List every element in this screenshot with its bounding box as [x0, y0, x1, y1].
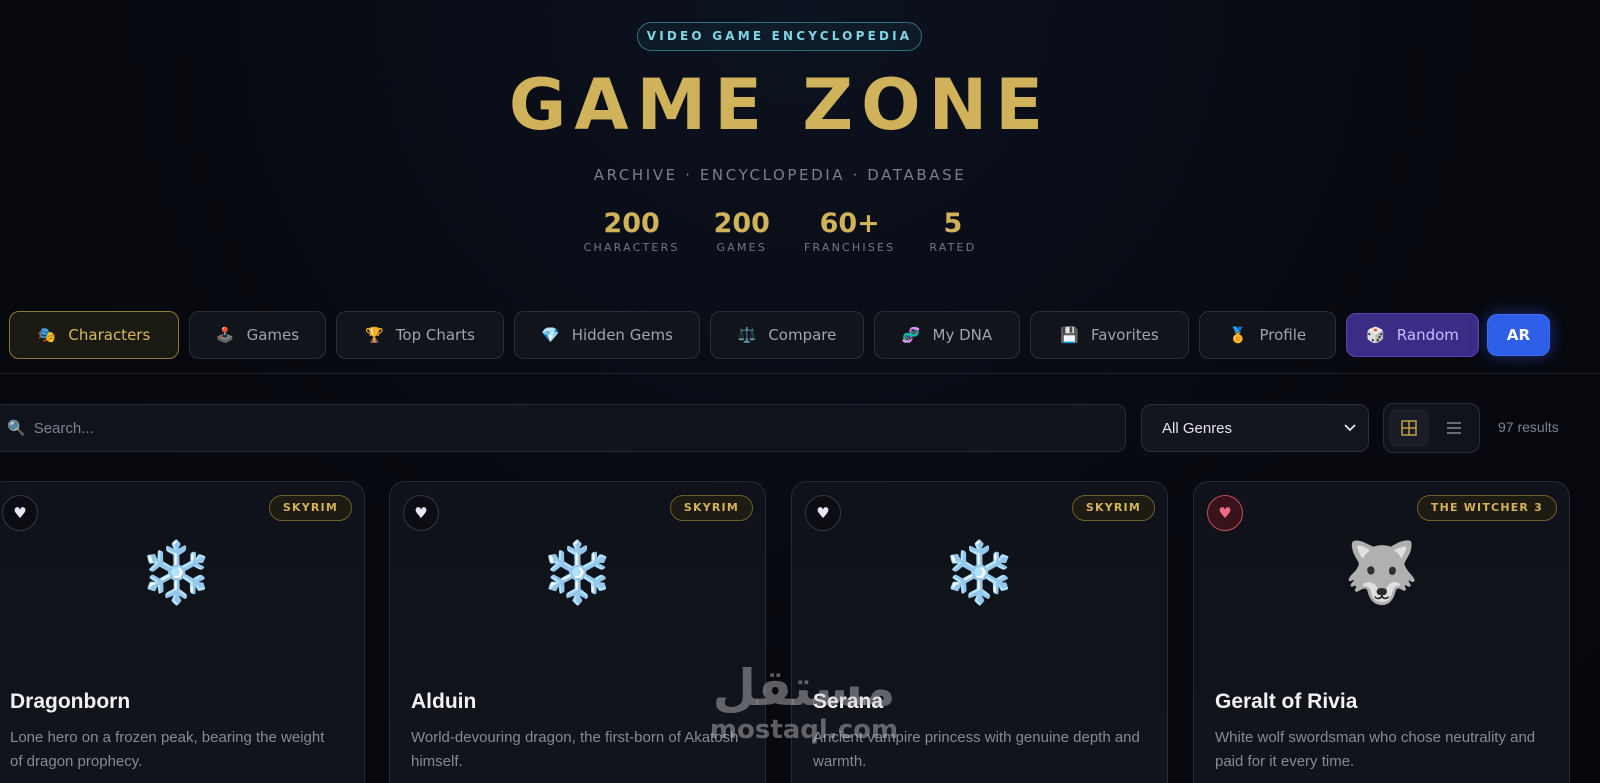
game-tag: THE WITCHER 3	[1416, 495, 1557, 521]
favorite-heart-icon[interactable]: ♥	[403, 495, 439, 531]
watermark: مستقل mostaql.com	[704, 660, 904, 744]
tab-favorites[interactable]: 💾 Favorites	[1030, 311, 1189, 359]
watermark-latin: mostaql.com	[709, 715, 899, 745]
stat-games: 200 GAMES	[714, 208, 770, 254]
search-box: 🔍	[0, 404, 1126, 452]
character-card[interactable]: ♥ SKYRIM ❄️ Dragonborn Lone hero on a fr…	[0, 481, 365, 783]
character-description: White wolf swordsman who chose neutralit…	[1215, 729, 1536, 770]
stat-label: RATED	[929, 241, 977, 254]
search-input[interactable]	[33, 419, 1114, 437]
character-name: Alduin	[411, 690, 477, 713]
stat-value: 5	[943, 208, 963, 239]
view-toggle	[1383, 403, 1480, 453]
tab-games[interactable]: 🕹️ Games	[189, 311, 326, 359]
tab-hidden-gems[interactable]: 💎 Hidden Gems	[514, 311, 700, 359]
random-button[interactable]: 🎲 Random	[1346, 313, 1479, 357]
list-icon	[1447, 422, 1462, 434]
stat-value: 60+	[819, 208, 880, 239]
gem-icon: 💎	[541, 326, 560, 344]
stats-bar: 200 CHARACTERS 200 GAMES 60+ FRANCHISES …	[0, 208, 1560, 254]
tab-label: Profile	[1259, 326, 1307, 344]
dna-icon: 🧬	[901, 326, 921, 344]
tab-my-dna[interactable]: 🧬 My DNA	[874, 311, 1020, 359]
stat-value: 200	[713, 208, 770, 239]
wolf-icon: 🐺	[1344, 538, 1419, 608]
favorite-heart-icon[interactable]: ♥	[1207, 495, 1243, 531]
genre-select[interactable]: All Genres	[1141, 404, 1369, 452]
page-title: GAME ZONE	[508, 64, 1052, 146]
character-name: Geralt of Rivia	[1215, 690, 1358, 713]
snowflake-icon: ❄️	[942, 538, 1017, 608]
chevron-down-icon	[1344, 424, 1356, 432]
stat-franchises: 60+ FRANCHISES	[804, 208, 895, 254]
language-toggle-button[interactable]: AR	[1487, 314, 1550, 356]
game-tag: SKYRIM	[1071, 495, 1155, 521]
dice-icon: 🎲	[1366, 326, 1385, 344]
tab-profile[interactable]: 🏅 Profile	[1199, 311, 1336, 359]
stat-rated: 5 RATED	[929, 208, 976, 254]
tab-label: Random	[1396, 326, 1459, 344]
snowflake-icon: ❄️	[139, 538, 214, 608]
favorite-heart-icon[interactable]: ♥	[2, 495, 38, 531]
tab-label: Hidden Gems	[571, 326, 673, 344]
grid-view-button[interactable]	[1389, 409, 1429, 447]
favorite-heart-icon[interactable]: ♥	[805, 495, 841, 531]
character-name: Dragonborn	[10, 690, 131, 713]
medal-icon: 🏅	[1228, 326, 1248, 344]
snowflake-icon: ❄️	[540, 538, 615, 608]
trophy-icon: 🏆	[365, 326, 384, 344]
character-description: Lone hero on a frozen peak, bearing the …	[10, 729, 325, 770]
nav-divider	[0, 373, 1600, 374]
tab-label: Top Charts	[395, 326, 475, 344]
character-description: World-devouring dragon, the first-born o…	[411, 729, 739, 770]
game-tag: SKYRIM	[669, 495, 753, 521]
page-subtitle: ARCHIVE · ENCYCLOPEDIA · DATABASE	[593, 166, 967, 184]
scales-icon: ⚖️	[737, 326, 757, 344]
tab-label: Compare	[768, 326, 837, 344]
encyclopedia-badge: VIDEO GAME ENCYCLOPEDIA	[637, 22, 922, 51]
tab-compare[interactable]: ⚖️ Compare	[710, 311, 864, 359]
theater-masks-icon: 🎭	[37, 326, 57, 344]
tab-label: My DNA	[932, 326, 993, 344]
character-card[interactable]: ♥ THE WITCHER 3 🐺 Geralt of Rivia White …	[1193, 481, 1570, 783]
tab-label: Games	[246, 326, 300, 344]
tab-label: Favorites	[1090, 326, 1159, 344]
tab-top-charts[interactable]: 🏆 Top Charts	[336, 311, 504, 359]
stat-characters: 200 CHARACTERS	[584, 208, 680, 254]
grid-icon	[1401, 420, 1417, 436]
results-count: 97 results	[1498, 419, 1559, 435]
genre-selected-value: All Genres	[1162, 419, 1233, 437]
stat-label: GAMES	[716, 241, 768, 254]
joystick-icon: 🕹️	[215, 326, 235, 344]
game-tag: SKYRIM	[268, 495, 352, 521]
search-icon: 🔍	[7, 419, 26, 437]
floppy-disk-icon: 💾	[1060, 326, 1079, 344]
list-view-button[interactable]	[1435, 409, 1475, 447]
stat-value: 200	[603, 208, 660, 239]
tab-characters[interactable]: 🎭 Characters	[9, 311, 179, 359]
watermark-arabic: مستقل	[712, 659, 896, 717]
tab-label: Characters	[68, 326, 151, 344]
stat-label: CHARACTERS	[583, 241, 680, 254]
stat-label: FRANCHISES	[803, 241, 896, 254]
